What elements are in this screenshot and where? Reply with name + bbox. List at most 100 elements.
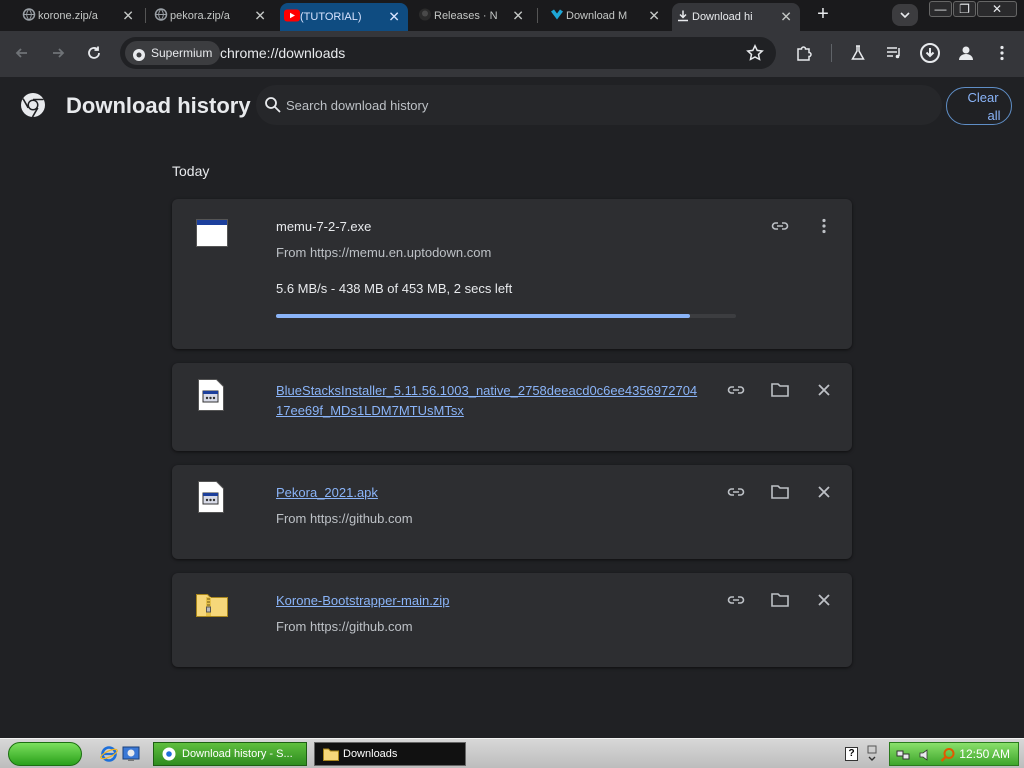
taskbar: Download history - S... Downloads ? 12:5… bbox=[0, 738, 1024, 768]
exe-file-icon bbox=[196, 219, 228, 252]
tab-download-history[interactable]: Download hi ✕ bbox=[672, 3, 800, 31]
link-icon bbox=[727, 386, 745, 394]
new-tab-button[interactable]: + bbox=[812, 4, 834, 26]
tab-pekora[interactable]: pekora.zip/a ✕ bbox=[150, 3, 274, 29]
folder-icon bbox=[323, 747, 339, 765]
site-chip[interactable]: Supermium bbox=[125, 41, 221, 65]
copy-link-button[interactable] bbox=[725, 481, 747, 503]
file-name-link[interactable]: 17ee69f_MDs1LDM7MTUsMTsx bbox=[276, 403, 464, 418]
labs-button[interactable] bbox=[846, 41, 870, 65]
tray-arrow-icon[interactable] bbox=[866, 745, 878, 768]
progress-fill bbox=[276, 314, 690, 318]
file-name-link[interactable]: Korone-Bootstrapper-main.zip bbox=[276, 593, 449, 608]
close-icon[interactable]: ✕ bbox=[122, 8, 134, 25]
window-controls: — ❐ ✕ bbox=[928, 1, 1017, 17]
chevron-down-icon bbox=[900, 12, 910, 19]
person-icon bbox=[959, 46, 973, 60]
tab-youtube[interactable]: (TUTORIAL) ✕ bbox=[280, 3, 408, 31]
zip-file-icon bbox=[196, 591, 228, 622]
download-item: memu-7-2-7.exe From https://memu.en.upto… bbox=[172, 199, 852, 349]
search-box[interactable] bbox=[256, 85, 942, 125]
supermium-icon bbox=[132, 46, 146, 70]
folder-icon bbox=[771, 593, 789, 607]
progress-text: 5.6 MB/s - 438 MB of 453 MB, 2 secs left bbox=[276, 281, 513, 296]
url-text[interactable]: chrome://downloads bbox=[220, 37, 345, 69]
file-name-link[interactable]: Pekora_2021.apk bbox=[276, 485, 378, 500]
search-icon bbox=[264, 96, 282, 119]
divider bbox=[831, 44, 832, 62]
close-icon[interactable]: ✕ bbox=[388, 9, 400, 26]
tab-title: pekora.zip/a bbox=[170, 10, 230, 22]
minimize-button[interactable]: — bbox=[929, 1, 952, 17]
address-bar[interactable]: Supermium chrome://downloads bbox=[120, 37, 776, 69]
volume-icon[interactable] bbox=[918, 748, 932, 767]
folder-icon bbox=[771, 485, 789, 499]
download-icon bbox=[676, 9, 690, 26]
desktop-icon[interactable] bbox=[122, 745, 140, 763]
tab-title: (TUTORIAL) bbox=[300, 11, 362, 23]
media-controls-button[interactable] bbox=[882, 41, 906, 65]
clear-all-label: all bbox=[987, 108, 1001, 123]
tab-strip: korone.zip/a ✕ pekora.zip/a ✕ (TUTORIAL)… bbox=[0, 0, 1024, 31]
taskbar-item-download-history[interactable]: Download history - S... bbox=[153, 742, 307, 766]
more-actions-button[interactable] bbox=[813, 215, 835, 237]
help-icon[interactable]: ? bbox=[845, 747, 858, 761]
system-tray: 12:50 AM bbox=[889, 742, 1019, 766]
tab-korone[interactable]: korone.zip/a ✕ bbox=[18, 3, 142, 29]
profile-button[interactable] bbox=[954, 41, 978, 65]
more-vert-icon bbox=[822, 218, 826, 234]
apk-file-icon bbox=[198, 481, 224, 518]
restore-button[interactable]: ❐ bbox=[953, 1, 976, 17]
clock: 12:50 AM bbox=[959, 747, 1010, 761]
progress-bar bbox=[276, 314, 736, 318]
youtube-icon bbox=[284, 9, 300, 25]
copy-link-button[interactable] bbox=[769, 215, 791, 237]
close-icon[interactable]: ✕ bbox=[512, 8, 524, 25]
taskbar-item-label: Downloads bbox=[343, 748, 398, 760]
reload-icon bbox=[88, 46, 100, 59]
search-tray-icon[interactable] bbox=[940, 747, 956, 768]
menu-button[interactable] bbox=[990, 41, 1014, 65]
network-icon[interactable] bbox=[896, 748, 910, 767]
puzzle-icon bbox=[797, 46, 812, 61]
close-icon[interactable]: ✕ bbox=[254, 8, 266, 25]
forward-button[interactable] bbox=[46, 41, 70, 65]
downloads-button[interactable] bbox=[918, 41, 942, 65]
show-in-folder-button[interactable] bbox=[769, 589, 791, 611]
close-window-button[interactable]: ✕ bbox=[977, 1, 1017, 17]
show-in-folder-button[interactable] bbox=[769, 481, 791, 503]
clear-all-button[interactable]: Clear all bbox=[946, 87, 1012, 125]
back-button[interactable] bbox=[10, 41, 34, 65]
globe-icon bbox=[154, 8, 168, 25]
chrome-icon bbox=[162, 747, 176, 765]
link-icon bbox=[727, 488, 745, 496]
star-icon[interactable] bbox=[746, 44, 764, 67]
taskbar-item-downloads[interactable]: Downloads bbox=[314, 742, 466, 766]
close-icon[interactable]: ✕ bbox=[780, 9, 792, 26]
tab-releases[interactable]: Releases · N ✕ bbox=[414, 3, 532, 29]
close-icon[interactable]: ✕ bbox=[648, 8, 660, 25]
file-name-link[interactable]: BlueStacksInstaller_5.11.56.1003_native_… bbox=[276, 383, 697, 398]
internet-explorer-icon[interactable] bbox=[100, 745, 118, 763]
remove-button[interactable] bbox=[813, 481, 835, 503]
arrow-left-icon bbox=[15, 48, 27, 58]
remove-button[interactable] bbox=[813, 379, 835, 401]
tab-title: Releases · N bbox=[434, 10, 498, 22]
page-title: Download history bbox=[66, 93, 251, 118]
download-item: Pekora_2021.apk From https://github.com bbox=[172, 465, 852, 559]
download-item: Korone-Bootstrapper-main.zip From https:… bbox=[172, 573, 852, 667]
remove-button[interactable] bbox=[813, 589, 835, 611]
downloads-header: Download history Clear all bbox=[0, 77, 1024, 135]
copy-link-button[interactable] bbox=[725, 379, 747, 401]
start-button[interactable] bbox=[8, 742, 82, 766]
reload-button[interactable] bbox=[82, 41, 106, 65]
tab-search-button[interactable] bbox=[892, 4, 918, 26]
tab-download-memu[interactable]: Download M ✕ bbox=[546, 3, 668, 29]
show-in-folder-button[interactable] bbox=[769, 379, 791, 401]
search-input[interactable] bbox=[286, 85, 886, 125]
close-icon bbox=[818, 594, 830, 606]
copy-link-button[interactable] bbox=[725, 589, 747, 611]
extensions-button[interactable] bbox=[792, 41, 816, 65]
toolbar: Supermium chrome://downloads bbox=[0, 31, 1024, 77]
folder-icon bbox=[771, 383, 789, 397]
